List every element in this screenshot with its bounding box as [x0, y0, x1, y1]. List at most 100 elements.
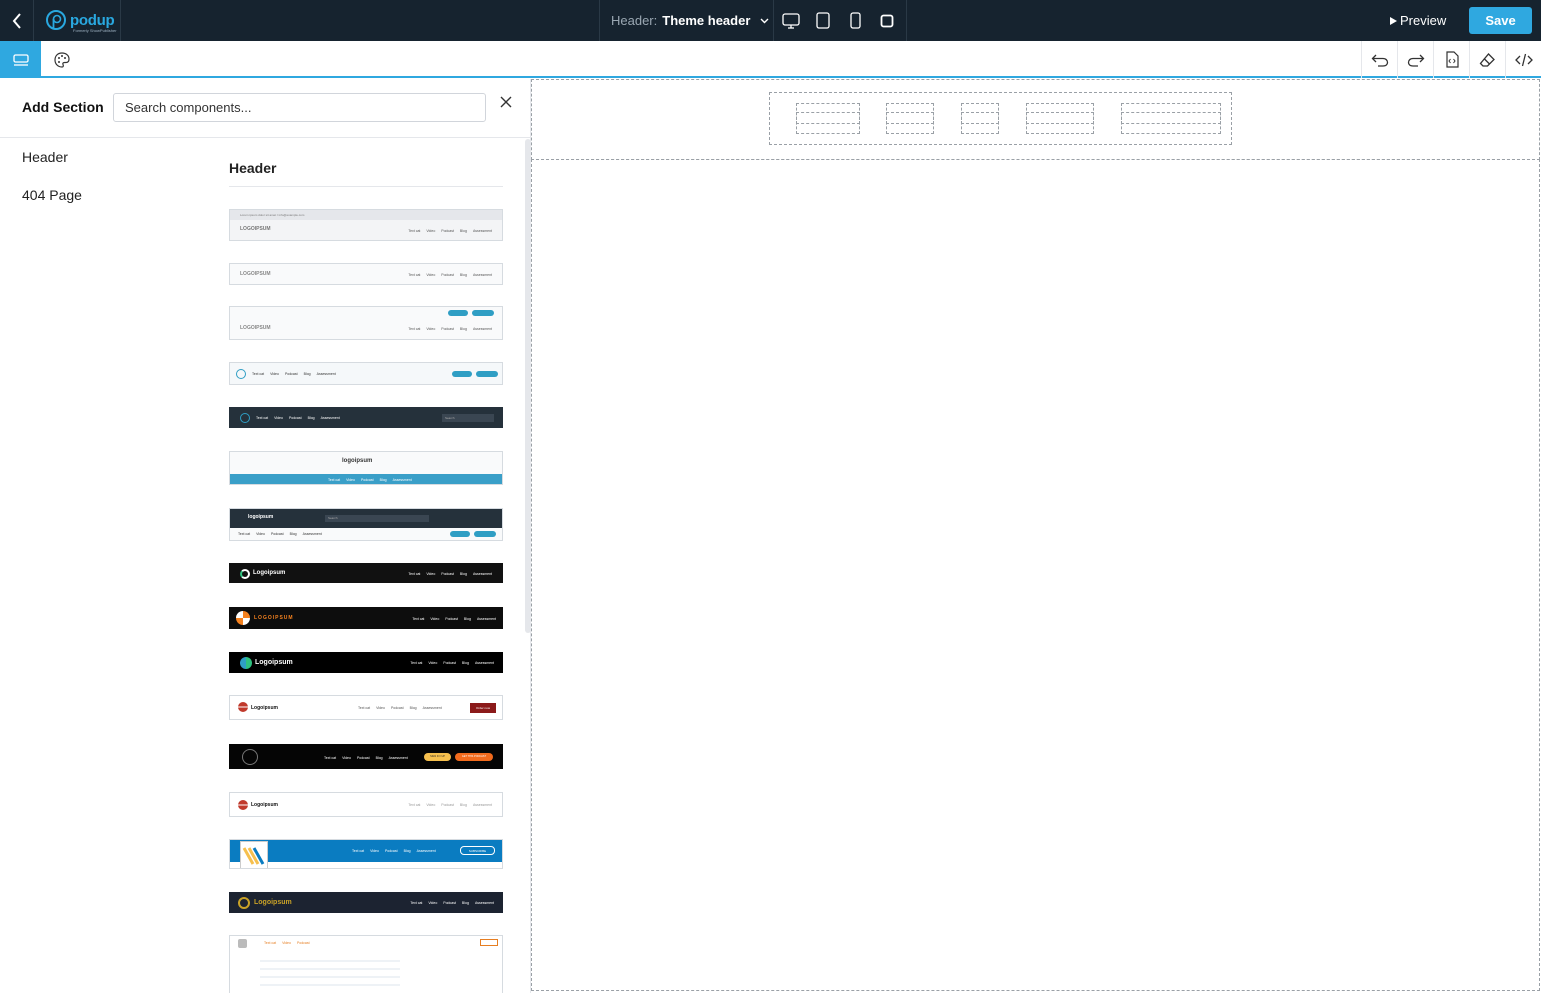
template-nav-item: Assessment [476, 617, 496, 621]
template-nav-item: Video [274, 416, 283, 420]
template-nav-item: Text cat [408, 803, 421, 807]
template-nav-item: Blog [459, 229, 467, 233]
template-logo-mark [240, 413, 250, 423]
tablet-view-button[interactable] [807, 0, 839, 41]
header-template-14[interactable]: Text cat Video Podcast Blog Assessment SUBSC… [229, 839, 503, 869]
template-podcast-button: GET THIS PODCAST [455, 753, 493, 761]
template-nav-item: Blog [459, 273, 467, 277]
preview-button[interactable]: Preview [1390, 8, 1446, 33]
placeholder-inner [796, 112, 860, 124]
header-template-10[interactable]: Logoipsum Text cat Video Podcast Blog Assess… [229, 652, 503, 673]
tablet-icon [816, 12, 830, 29]
template-nav: Text cat Video Podcast Blog Assessment [412, 617, 496, 621]
template-nav-item: Podcast [441, 229, 454, 233]
palette-icon [53, 51, 70, 68]
template-nav-item: Podcast [441, 803, 454, 807]
editor-canvas[interactable] [531, 79, 1541, 993]
category-item-header[interactable]: Header [22, 149, 82, 187]
header-template-8[interactable]: Logoipsum Text cat Video Podcast Blog Assess… [229, 563, 503, 583]
template-nav-item: Assessment [320, 416, 340, 420]
template-nav: Text cat Video Podcast Blog Assessment [410, 661, 494, 665]
undo-button[interactable] [1362, 41, 1398, 78]
header-template-12[interactable]: Text cat Video Podcast Blog Assessment SIGN … [229, 744, 503, 769]
back-button[interactable] [0, 0, 34, 41]
code-icon [1514, 53, 1533, 66]
header-template-4[interactable]: Text cat Video Podcast Blog Assessment [229, 362, 503, 385]
template-nav-item: Video [376, 706, 385, 710]
header-selector-label: Header: [611, 13, 658, 28]
header-template-15[interactable]: Logoipsum Text cat Video Podcast Blog Assess… [229, 892, 503, 913]
template-nav-item: Assessment [302, 532, 322, 536]
save-button[interactable]: Save [1469, 7, 1532, 34]
template-nav-item: Blog [461, 661, 469, 665]
sections-tab[interactable] [0, 41, 41, 78]
body-drop-zone[interactable] [531, 159, 1540, 991]
brand-logo[interactable]: podup Formerly ShowPublisher [35, 0, 121, 41]
header-template-13[interactable]: Logoipsum Text cat Video Podcast Blog Assess… [229, 792, 503, 817]
fullscreen-view-button[interactable] [871, 0, 903, 41]
template-nav-item: Text cat [264, 941, 277, 945]
header-template-16[interactable]: Text cat Video Podcast [229, 935, 503, 993]
template-nav-item: Podcast [384, 849, 398, 853]
template-nav-item: Text cat [256, 416, 269, 420]
clear-canvas-button[interactable] [1470, 41, 1506, 78]
desktop-view-button[interactable] [775, 0, 807, 41]
template-nav-item: Assessment [472, 803, 492, 807]
template-nav-item: Blog [459, 327, 467, 331]
header-template-11[interactable]: Logoipsum Text cat Video Podcast Blog Assess… [229, 695, 503, 720]
header-template-2[interactable]: LOGOIPSUM Text cat Video Podcast Blog Assess… [229, 263, 503, 285]
template-nav-item: Video [430, 617, 440, 621]
template-nav-item: Assessment [472, 327, 492, 331]
template-nav-item: Podcast [441, 273, 454, 277]
header-template-9[interactable]: LOGOIPSUM Text cat Video Podcast Blog Assess… [229, 607, 503, 629]
template-nav-item: Blog [307, 416, 315, 420]
template-logo: LOGOIPSUM [240, 226, 271, 232]
mobile-icon [849, 12, 861, 29]
template-order-button: Order now [470, 703, 496, 713]
search-input[interactable] [113, 93, 486, 122]
header-template-1[interactable]: Lorem ipsum dolor sit amet / info@exampl… [229, 209, 503, 241]
template-nav-item: Blog [459, 803, 467, 807]
close-icon[interactable] [498, 94, 514, 110]
template-nav-item: Video [428, 901, 438, 905]
template-nav-item: Video [426, 229, 436, 233]
template-nav-item: Video [256, 532, 265, 536]
placeholder-inner [886, 112, 934, 124]
template-nav-item: Text cat [412, 617, 425, 621]
header-selector[interactable]: Header: Theme header [599, 0, 774, 41]
template-nav: Text cat Video Podcast Blog Assessment [410, 901, 494, 905]
template-nav-item: Podcast [360, 478, 374, 482]
template-subscribe-button: SUBSCRIBE [460, 846, 495, 855]
template-nav: Text cat Video Podcast Blog Assessment [252, 372, 336, 376]
import-code-button[interactable] [1434, 41, 1470, 78]
template-nav-item: Blog [289, 532, 297, 536]
header-template-7[interactable]: logoipsum Search Text cat Video Podcast Blo… [229, 508, 503, 541]
redo-button[interactable] [1398, 41, 1434, 78]
header-template-3[interactable]: LOGOIPSUM Text cat Video Podcast Blog Assess… [229, 306, 503, 340]
template-nav-item: Assessment [388, 756, 408, 760]
header-template-5[interactable]: Text cat Video Podcast Blog Assessment Searc… [229, 407, 503, 428]
mobile-view-button[interactable] [839, 0, 871, 41]
template-nav: Text cat Video Podcast Blog Assessment [324, 756, 408, 760]
history-tools [1361, 41, 1541, 78]
square-icon [880, 14, 894, 27]
category-item-404-page[interactable]: 404 Page [22, 187, 82, 225]
template-logo-mark [238, 800, 248, 810]
theme-styles-tab[interactable] [41, 41, 82, 78]
template-nav-item: Assessment [474, 901, 494, 905]
template-nav-item: Podcast [288, 416, 302, 420]
logo-stripes-icon [242, 847, 265, 865]
template-nav-item: Assessment [392, 478, 412, 482]
placeholder-inner [1121, 112, 1221, 124]
template-nav-item: Text cat [408, 572, 421, 576]
view-code-button[interactable] [1506, 41, 1541, 78]
template-search-box: Search [325, 515, 429, 522]
template-nav-item: Podcast [443, 901, 456, 905]
brand-subtitle: Formerly ShowPublisher [73, 28, 117, 33]
category-list: Header 404 Page [22, 149, 82, 225]
template-logo: logoipsum [342, 458, 373, 464]
header-template-6[interactable]: logoipsum Text cat Video Podcast Blog Assess… [229, 451, 503, 485]
template-nav-item: Assessment [472, 273, 492, 277]
template-nav-item: Video [342, 756, 351, 760]
template-signup-button [472, 310, 494, 316]
